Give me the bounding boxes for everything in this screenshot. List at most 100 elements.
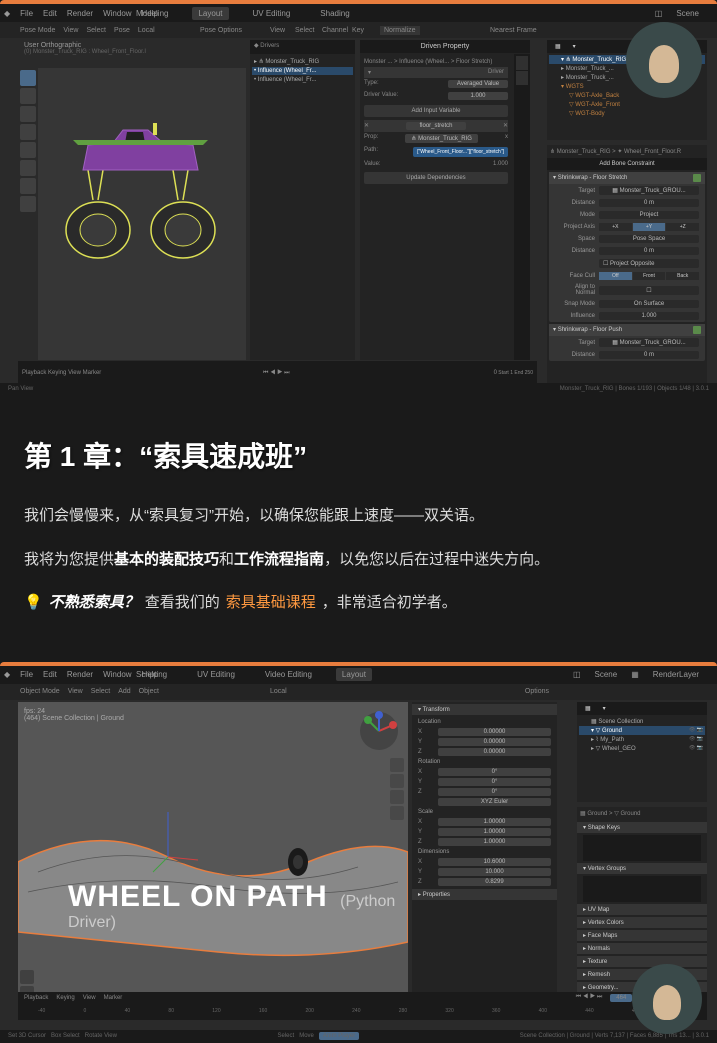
tab-uv-editing[interactable]: UV Editing bbox=[247, 7, 297, 20]
menu-window[interactable]: Window bbox=[103, 9, 131, 18]
hdr-view[interactable]: View bbox=[63, 27, 78, 34]
driver-item-1[interactable]: • Influence (Wheel_Fr... bbox=[252, 67, 353, 75]
rot-z[interactable]: 0° bbox=[438, 788, 551, 796]
menu-edit[interactable]: Edit bbox=[43, 9, 57, 18]
loc-z[interactable]: 0.00000 bbox=[438, 748, 551, 756]
normalize-toggle[interactable]: Normalize bbox=[380, 26, 420, 35]
menu-window-2[interactable]: Window bbox=[103, 670, 131, 679]
hdr-select-2[interactable]: Select bbox=[91, 688, 110, 695]
mypath-item[interactable]: ▸ ⌇ My_Path👁 📷 bbox=[579, 735, 705, 744]
var-name-field[interactable]: floor_stretch bbox=[406, 122, 466, 130]
options-dropdown[interactable]: Options bbox=[525, 688, 549, 695]
tool-1[interactable] bbox=[20, 970, 34, 984]
cull-front[interactable]: Front bbox=[633, 272, 666, 280]
tool-transform[interactable] bbox=[20, 160, 36, 176]
hdr-view2[interactable]: View bbox=[270, 27, 285, 34]
menu-edit-2[interactable]: Edit bbox=[43, 670, 57, 679]
constraint-header-1[interactable]: ▾ Shrinkwrap - Floor Stretch bbox=[549, 172, 705, 184]
solo-icon-2[interactable] bbox=[693, 326, 701, 334]
rot-x[interactable]: 0° bbox=[438, 768, 551, 776]
align-check[interactable]: ☐ bbox=[599, 286, 699, 295]
scale-z[interactable]: 1.00000 bbox=[438, 838, 551, 846]
hdr-key[interactable]: Key bbox=[352, 27, 364, 34]
tool-annotate[interactable] bbox=[20, 178, 36, 194]
play-controls-2[interactable]: ⏮ ◀ ▶ ⏭ bbox=[576, 994, 603, 1001]
distance-field[interactable]: 0 m bbox=[599, 199, 699, 207]
timeline-2[interactable]: Playback Keying View Marker ⏮ ◀ ▶ ⏭ 464 … bbox=[18, 992, 707, 1020]
shapekeys-list[interactable] bbox=[583, 835, 701, 861]
tl-view[interactable]: View bbox=[68, 370, 81, 376]
tab-modeling[interactable]: Modeling bbox=[130, 7, 174, 20]
scene-collection-item[interactable]: ▦ Scene Collection bbox=[579, 717, 705, 726]
frame-current[interactable]: 0 bbox=[494, 370, 497, 376]
cull-off[interactable]: Off bbox=[599, 272, 632, 280]
3d-viewport[interactable]: User Orthographic (0) Monster_Truck_RIG … bbox=[18, 40, 246, 360]
tab-layout[interactable]: Layout bbox=[192, 7, 228, 20]
mode-select-2[interactable]: Object Mode bbox=[20, 688, 60, 695]
texture-section[interactable]: ▸ Texture bbox=[577, 956, 707, 967]
frame-range[interactable]: Start 1 End 250 bbox=[498, 370, 533, 376]
tab-scripting[interactable]: Scripting bbox=[130, 668, 173, 681]
tool-cursor[interactable] bbox=[20, 88, 36, 104]
tab-view[interactable] bbox=[516, 71, 528, 85]
target2-field[interactable]: ▦ Monster_Truck_GROU... bbox=[599, 338, 699, 347]
scene-selector-2[interactable]: ◫Scene ▦RenderLayer bbox=[573, 670, 709, 679]
tool-rotate[interactable] bbox=[20, 124, 36, 140]
tab-shading[interactable]: Shading bbox=[314, 7, 355, 20]
orientation[interactable]: Local bbox=[138, 27, 155, 34]
uvmap-section[interactable]: ▸ UV Map bbox=[577, 904, 707, 915]
tl-playback[interactable]: Playback bbox=[22, 370, 46, 376]
hdr-channel[interactable]: Channel bbox=[322, 27, 348, 34]
menu-render[interactable]: Render bbox=[67, 9, 93, 18]
scale-x[interactable]: 1.00000 bbox=[438, 818, 551, 826]
cull-back[interactable]: Back bbox=[666, 272, 699, 280]
3d-viewport-2[interactable]: fps: 24 (464) Scene Collection | Ground bbox=[18, 702, 408, 992]
tool-move[interactable] bbox=[20, 106, 36, 122]
nearest-frame[interactable]: Nearest Frame bbox=[490, 27, 537, 34]
armature-item[interactable]: ▸ ⋔ Monster_Truck_RIG bbox=[252, 57, 353, 66]
hdr-select2[interactable]: Select bbox=[295, 27, 314, 34]
hdr-object[interactable]: Object bbox=[139, 688, 159, 695]
rot-mode[interactable]: XYZ Euler bbox=[438, 798, 551, 806]
path-field[interactable]: ["Wheel_Front_Floor..."]["floor_stretch"… bbox=[413, 147, 508, 157]
scale-y[interactable]: 1.00000 bbox=[438, 828, 551, 836]
vgroups-section[interactable]: ▾ Vertex Groups bbox=[577, 863, 707, 874]
hdr-add[interactable]: Add bbox=[118, 688, 130, 695]
tl2-view[interactable]: View bbox=[83, 995, 96, 1001]
tab-layout-2[interactable]: Layout bbox=[336, 668, 372, 681]
tl-keying[interactable]: Keying bbox=[48, 370, 66, 376]
influence-slider[interactable]: 1.000 bbox=[599, 312, 699, 320]
wheelgeo-item[interactable]: ▸ ▽ Wheel_GEO👁 📷 bbox=[579, 744, 705, 753]
tl2-keying[interactable]: Keying bbox=[56, 995, 74, 1001]
play-controls[interactable]: ⏮ ◀ ▶ ⏭ bbox=[263, 370, 290, 377]
loc-y[interactable]: 0.00000 bbox=[438, 738, 551, 746]
axis-y[interactable]: +Y bbox=[633, 223, 666, 231]
rot-y[interactable]: 0° bbox=[438, 778, 551, 786]
pose-options[interactable]: Pose Options bbox=[200, 27, 242, 34]
distance2-field[interactable]: 0 m bbox=[599, 247, 699, 255]
properties-header[interactable]: ▸ Properties bbox=[412, 889, 557, 900]
tool-select[interactable] bbox=[20, 70, 36, 86]
ground-item[interactable]: ▾ ▽ Ground👁 📷 bbox=[579, 726, 705, 735]
constraint-header-2[interactable]: ▾ Shrinkwrap - Floor Push bbox=[549, 324, 705, 336]
timeline-ruler[interactable]: -400408012016020024028032036040044048052… bbox=[18, 1008, 707, 1014]
space-dropdown[interactable]: Pose Space bbox=[599, 235, 699, 243]
tl-marker[interactable]: Marker bbox=[83, 370, 102, 376]
tl2-playback[interactable]: Playback bbox=[24, 995, 48, 1001]
driver-item-2[interactable]: • Influence (Wheel_Fr... bbox=[252, 76, 353, 84]
tab-uv-2[interactable]: UV Editing bbox=[191, 668, 241, 681]
vgroups-list[interactable] bbox=[583, 876, 701, 902]
hdr-view-2[interactable]: View bbox=[68, 688, 83, 695]
transform-header[interactable]: ▾ Transform bbox=[412, 704, 557, 715]
hdr-select[interactable]: Select bbox=[86, 27, 105, 34]
tl2-marker[interactable]: Marker bbox=[104, 995, 123, 1001]
snap-dropdown[interactable]: On Surface bbox=[599, 300, 699, 308]
type-dropdown[interactable]: Averaged Value bbox=[448, 80, 508, 88]
prop-field[interactable]: ⋔ Monster_Truck_RIG bbox=[405, 134, 478, 143]
hdr-pose[interactable]: Pose bbox=[114, 27, 130, 34]
add-input-button[interactable]: Add Input Variable bbox=[364, 105, 508, 117]
menu-file-2[interactable]: File bbox=[20, 670, 33, 679]
outliner-item-wgt2[interactable]: ▽ WGT-Axle_Front bbox=[549, 100, 705, 109]
project-opposite-check[interactable]: ☐ Project Opposite bbox=[599, 259, 699, 268]
axis-x[interactable]: +X bbox=[599, 223, 632, 231]
